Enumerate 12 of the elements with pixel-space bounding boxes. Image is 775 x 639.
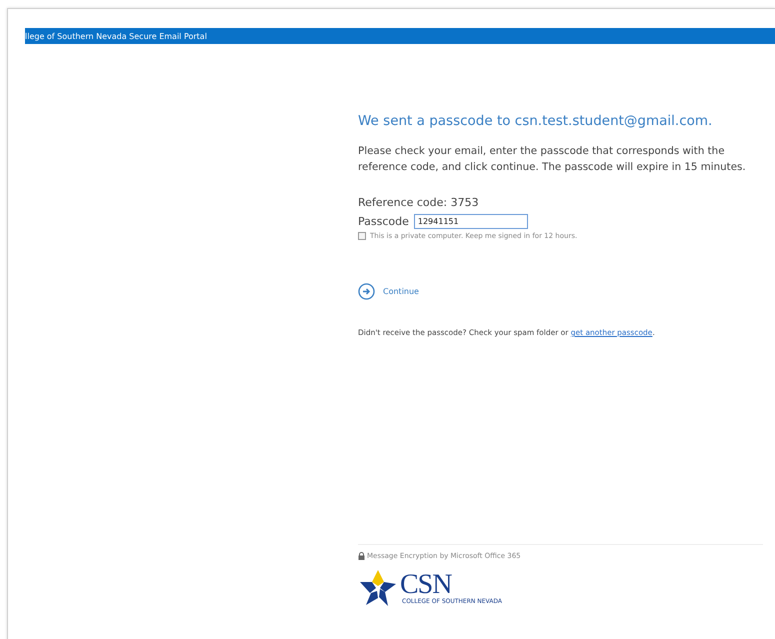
passcode-field[interactable]: 12941151 bbox=[414, 214, 528, 229]
checkbox[interactable] bbox=[358, 232, 366, 240]
arrow-circle-icon bbox=[358, 283, 375, 300]
lock-icon bbox=[358, 552, 365, 560]
reference-code: Reference code: 3753 bbox=[358, 196, 480, 209]
logo-text: CSN bbox=[400, 572, 452, 598]
passcode-label: Passcode bbox=[358, 215, 409, 228]
portal-title: llege of Southern Nevada Secure Email Portal bbox=[25, 32, 207, 40]
heading: We sent a passcode to csn.test.student@gmail.com. bbox=[358, 113, 714, 129]
star-logo-icon bbox=[358, 568, 398, 608]
continue-button[interactable]: Continue bbox=[358, 283, 419, 300]
instructions: Please check your email, enter the passcode that corresponds with the reference code, and click continue. The passcode will expire in 15 minutes. bbox=[358, 144, 747, 175]
